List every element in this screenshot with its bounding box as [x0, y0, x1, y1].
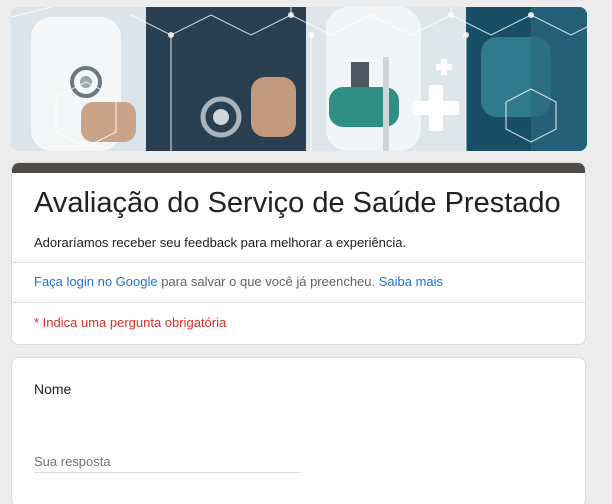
medical-banner-illustration: [11, 7, 587, 151]
learn-more-link[interactable]: Saiba mais: [379, 274, 443, 289]
form-description: Adoraríamos receber seu feedback para me…: [34, 235, 407, 250]
form-title: Avaliação do Serviço de Saúde Prestado: [34, 187, 561, 219]
form-page: Avaliação do Serviço de Saúde Prestado A…: [0, 0, 612, 504]
required-question-note: * Indica uma pergunta obrigatória: [34, 315, 227, 330]
question-label: Nome: [34, 381, 72, 397]
divider: [12, 262, 585, 263]
header-accent-strip: [12, 163, 585, 173]
google-login-link[interactable]: Faça login no Google: [34, 274, 158, 289]
header-banner-image: [11, 7, 587, 151]
answer-input[interactable]: [34, 450, 300, 473]
question-card-nome: Nome: [11, 357, 586, 504]
divider: [12, 302, 585, 303]
login-prompt: Faça login no Google para salvar o que v…: [34, 274, 443, 289]
form-header-card: Avaliação do Serviço de Saúde Prestado A…: [11, 162, 586, 345]
login-prompt-text: para salvar o que você já preencheu.: [157, 274, 379, 289]
